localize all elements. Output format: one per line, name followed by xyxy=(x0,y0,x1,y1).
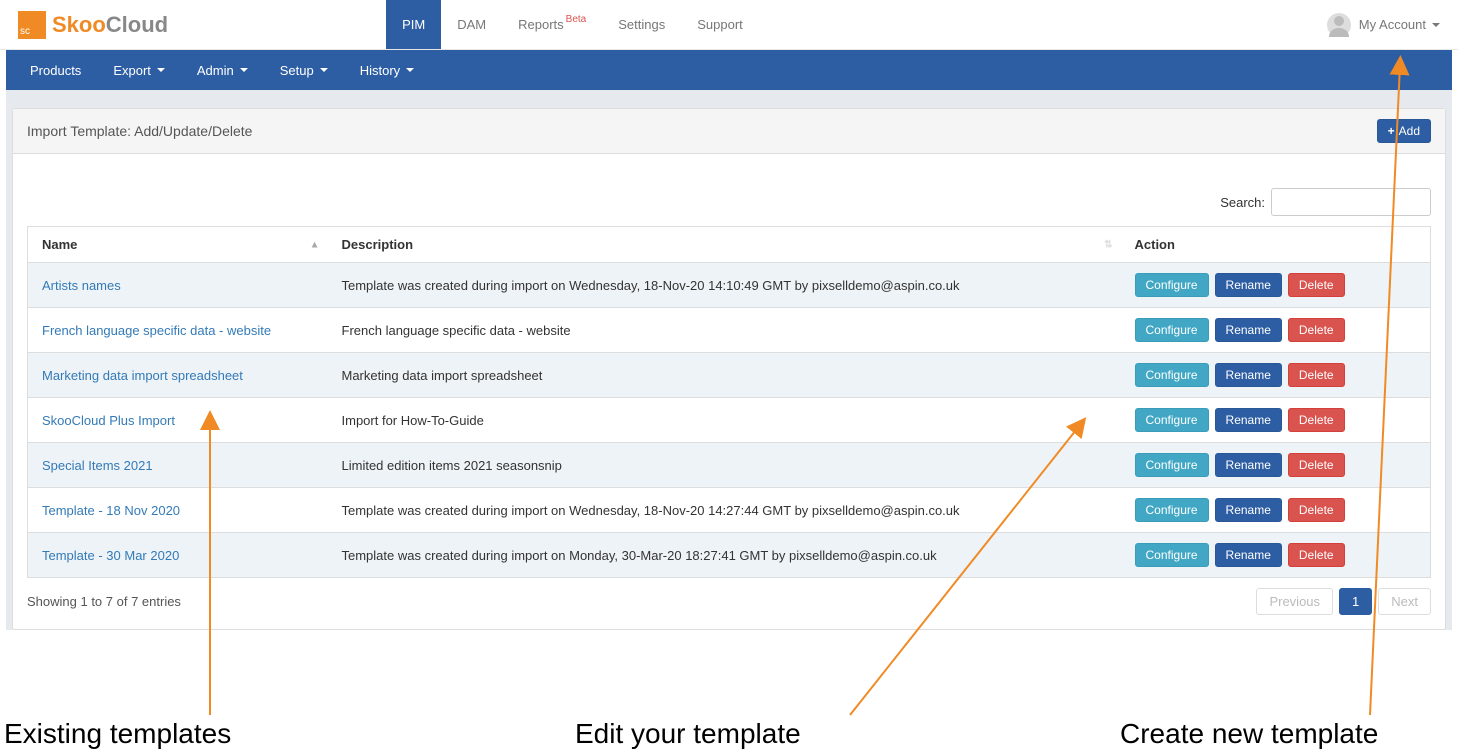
subnav-history-label: History xyxy=(360,63,400,78)
configure-button[interactable]: Configure xyxy=(1135,408,1209,432)
delete-button[interactable]: Delete xyxy=(1288,453,1345,477)
rename-button[interactable]: Rename xyxy=(1215,453,1282,477)
table-row: Special Items 2021Limited edition items … xyxy=(28,443,1431,488)
topnav-support[interactable]: Support xyxy=(681,0,759,49)
main-content: Import Template: Add/Update/Delete +Add … xyxy=(6,90,1452,630)
rename-button[interactable]: Rename xyxy=(1215,318,1282,342)
table-row: French language specific data - website F… xyxy=(28,308,1431,353)
annotations: Existing templates Edit your template Cr… xyxy=(0,630,1458,750)
caret-down-icon xyxy=(320,68,328,72)
table-row: Artists names Template was created during… xyxy=(28,263,1431,308)
topnav-pim[interactable]: PIM xyxy=(386,0,441,49)
caret-down-icon xyxy=(240,68,248,72)
topnav-reports[interactable]: Reports Beta xyxy=(502,0,602,49)
arrow-existing xyxy=(200,415,220,728)
rename-button[interactable]: Rename xyxy=(1215,543,1282,567)
arrow-create xyxy=(1360,60,1420,723)
configure-button[interactable]: Configure xyxy=(1135,543,1209,567)
annotation-create: Create new template xyxy=(1120,718,1378,750)
delete-button[interactable]: Delete xyxy=(1288,318,1345,342)
my-account-label: My Account xyxy=(1359,17,1426,32)
delete-button[interactable]: Delete xyxy=(1288,363,1345,387)
subnav-setup-label: Setup xyxy=(280,63,314,78)
topnav-reports-label: Reports xyxy=(518,17,564,32)
brand-text-2: Cloud xyxy=(106,12,168,38)
configure-button[interactable]: Configure xyxy=(1135,498,1209,522)
panel-heading: Import Template: Add/Update/Delete +Add xyxy=(13,109,1445,154)
rename-button[interactable]: Rename xyxy=(1215,408,1282,432)
search-row: Search: xyxy=(27,188,1431,216)
template-name-link[interactable]: Template - 18 Nov 2020 xyxy=(42,503,180,518)
panel-body: Search: Name ▲ Description ⇅ xyxy=(13,154,1445,629)
my-account-menu[interactable]: My Account xyxy=(1309,13,1458,37)
topnav-dam[interactable]: DAM xyxy=(441,0,502,49)
annotation-edit: Edit your template xyxy=(575,718,801,750)
template-name-link[interactable]: Marketing data import spreadsheet xyxy=(42,368,243,383)
subnav-history[interactable]: History xyxy=(344,50,430,90)
table-footer: Showing 1 to 7 of 7 entries Previous 1 N… xyxy=(27,578,1431,615)
prev-page-button[interactable]: Previous xyxy=(1256,588,1333,615)
caret-down-icon xyxy=(157,68,165,72)
table-row: Template - 30 Mar 2020Template was creat… xyxy=(28,533,1431,578)
table-header-row: Name ▲ Description ⇅ Action xyxy=(28,227,1431,263)
template-name-link[interactable]: Template - 30 Mar 2020 xyxy=(42,548,179,563)
col-name-header[interactable]: Name ▲ xyxy=(28,227,328,263)
table-info: Showing 1 to 7 of 7 entries xyxy=(27,594,181,609)
rename-button[interactable]: Rename xyxy=(1215,363,1282,387)
top-nav: PIM DAM Reports Beta Settings Support xyxy=(386,0,759,49)
sort-both-icon: ⇅ xyxy=(1104,239,1112,250)
rename-button[interactable]: Rename xyxy=(1215,273,1282,297)
configure-button[interactable]: Configure xyxy=(1135,273,1209,297)
delete-button[interactable]: Delete xyxy=(1288,498,1345,522)
caret-down-icon xyxy=(1432,23,1440,27)
caret-down-icon xyxy=(406,68,414,72)
templates-table: Name ▲ Description ⇅ Action Artists name… xyxy=(27,226,1431,578)
col-description-label: Description xyxy=(342,237,414,252)
sort-asc-icon: ▲ xyxy=(310,239,320,250)
configure-button[interactable]: Configure xyxy=(1135,363,1209,387)
annotation-existing: Existing templates xyxy=(4,718,231,750)
template-name-link[interactable]: French language specific data - website xyxy=(42,323,271,338)
table-row: Marketing data import spreadsheet Marketi… xyxy=(28,353,1431,398)
subnav-setup[interactable]: Setup xyxy=(264,50,344,90)
brand-badge: sc xyxy=(18,11,46,39)
subnav-export-label: Export xyxy=(113,63,151,78)
rename-button[interactable]: Rename xyxy=(1215,498,1282,522)
col-description-header[interactable]: Description ⇅ xyxy=(328,227,1121,263)
subnav-products[interactable]: Products xyxy=(14,50,97,90)
template-name-link[interactable]: Artists names xyxy=(42,278,121,293)
template-name-link[interactable]: SkooCloud Plus Import xyxy=(42,413,175,428)
brand-text-1: Skoo xyxy=(52,12,106,38)
beta-badge: Beta xyxy=(566,14,587,25)
template-description: Template was created during import on We… xyxy=(328,263,1121,308)
subnav-admin[interactable]: Admin xyxy=(181,50,264,90)
configure-button[interactable]: Configure xyxy=(1135,318,1209,342)
subnav-export[interactable]: Export xyxy=(97,50,181,90)
avatar-icon xyxy=(1327,13,1351,37)
template-name-link[interactable]: Special Items 2021 xyxy=(42,458,153,473)
panel-title: Import Template: Add/Update/Delete xyxy=(27,123,252,139)
panel: Import Template: Add/Update/Delete +Add … xyxy=(12,108,1446,630)
subnav: Products Export Admin Setup History xyxy=(6,50,1452,90)
topnav-settings[interactable]: Settings xyxy=(602,0,681,49)
search-label: Search: xyxy=(1220,195,1265,210)
topbar: sc SkooCloud PIM DAM Reports Beta Settin… xyxy=(0,0,1458,50)
delete-button[interactable]: Delete xyxy=(1288,273,1345,297)
delete-button[interactable]: Delete xyxy=(1288,408,1345,432)
table-row: SkooCloud Plus ImportImport for How-To-G… xyxy=(28,398,1431,443)
arrow-edit xyxy=(840,415,1100,728)
brand-logo[interactable]: sc SkooCloud xyxy=(0,11,186,39)
template-description: Marketing data import spreadsheet xyxy=(328,353,1121,398)
table-row: Template - 18 Nov 2020Template was creat… xyxy=(28,488,1431,533)
configure-button[interactable]: Configure xyxy=(1135,453,1209,477)
delete-button[interactable]: Delete xyxy=(1288,543,1345,567)
template-description: French language specific data - website xyxy=(328,308,1121,353)
col-name-label: Name xyxy=(42,237,77,252)
subnav-admin-label: Admin xyxy=(197,63,234,78)
